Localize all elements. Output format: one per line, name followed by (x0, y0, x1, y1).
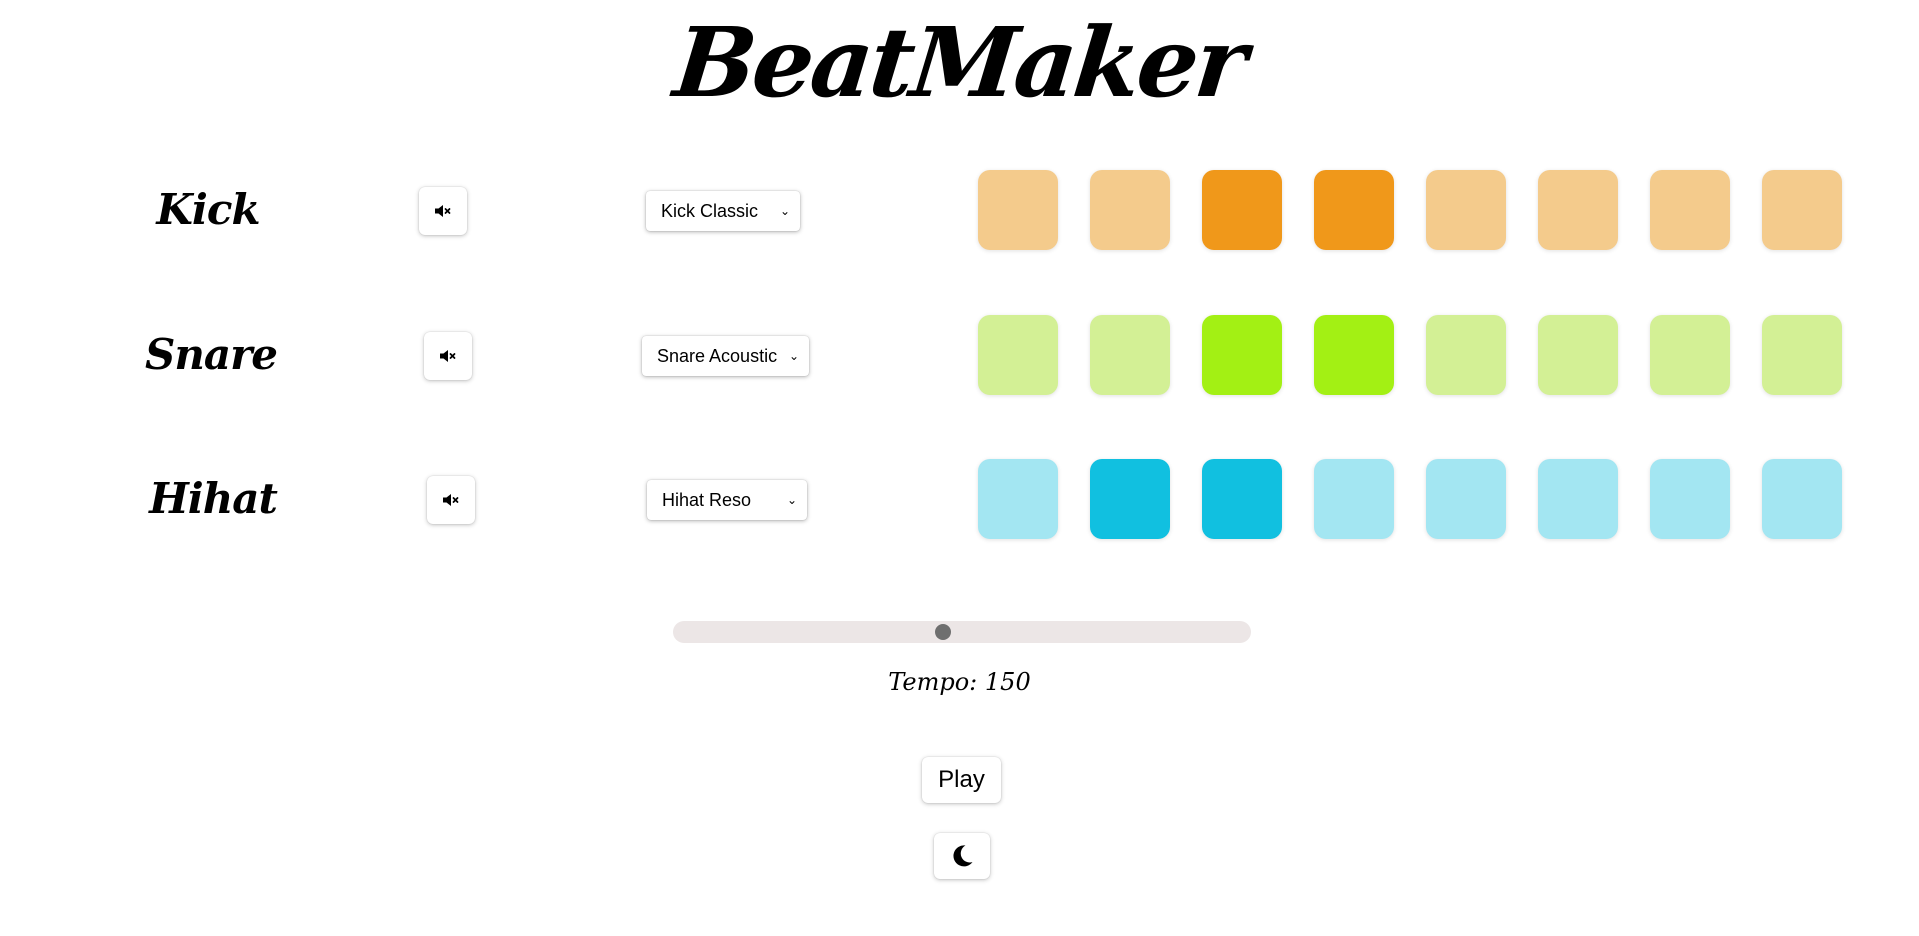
beat-pad[interactable] (1090, 315, 1170, 395)
beat-pad[interactable] (1762, 315, 1842, 395)
beat-pad[interactable] (1650, 315, 1730, 395)
beat-pad[interactable] (1090, 170, 1170, 250)
sound-select[interactable]: Kick Classic ⌄ (646, 191, 800, 231)
beat-pad[interactable] (1314, 459, 1394, 539)
tempo-slider[interactable] (673, 621, 1251, 643)
beat-pad[interactable] (1202, 315, 1282, 395)
track-snare: Snare Snare Acoustic ⌄ (0, 315, 1919, 395)
beat-pad[interactable] (1426, 170, 1506, 250)
mute-button[interactable] (419, 187, 467, 235)
speaker-muted-icon (443, 494, 459, 506)
sound-select-value: Hihat Reso (662, 489, 752, 510)
sound-select-value: Snare Acoustic (657, 345, 778, 366)
beat-pad[interactable] (1650, 459, 1730, 539)
beat-pad[interactable] (978, 170, 1058, 250)
beat-pad[interactable] (1426, 315, 1506, 395)
sound-select[interactable]: Hihat Reso ⌄ (647, 480, 807, 520)
beat-pad[interactable] (1426, 459, 1506, 539)
app-title: BeatMaker (669, 6, 1250, 119)
moon-icon (953, 845, 973, 867)
beat-pad[interactable] (1314, 170, 1394, 250)
mute-button[interactable] (424, 332, 472, 380)
beat-pad[interactable] (978, 315, 1058, 395)
beat-pad[interactable] (1202, 459, 1282, 539)
mute-button[interactable] (427, 476, 475, 524)
tempo-slider-thumb[interactable] (934, 624, 951, 640)
beatmaker-app: BeatMaker Kick Kick Classic ⌄ Snare Snar… (0, 0, 1919, 936)
beat-pad[interactable] (1538, 459, 1618, 539)
track-hihat: Hihat Hihat Reso ⌄ (0, 459, 1919, 539)
track-name: Hihat (149, 474, 278, 523)
beat-pad[interactable] (1762, 459, 1842, 539)
beat-pad[interactable] (1762, 170, 1842, 250)
chevron-down-icon: ⌄ (788, 349, 799, 363)
chevron-down-icon: ⌄ (786, 493, 797, 507)
beat-pad[interactable] (1538, 170, 1618, 250)
beat-pad[interactable] (1538, 315, 1618, 395)
chevron-down-icon: ⌄ (779, 204, 790, 218)
track-name: Snare (145, 330, 278, 379)
beat-pad[interactable] (978, 459, 1058, 539)
theme-toggle-button[interactable] (934, 833, 990, 879)
speaker-muted-icon (435, 205, 451, 217)
beat-pad[interactable] (1650, 170, 1730, 250)
tempo-label: Tempo: 150 (888, 668, 1031, 696)
beat-pad[interactable] (1202, 170, 1282, 250)
track-name: Kick (156, 185, 260, 234)
sound-select[interactable]: Snare Acoustic ⌄ (642, 336, 809, 376)
speaker-muted-icon (440, 350, 456, 362)
beat-pad[interactable] (1314, 315, 1394, 395)
beat-pad[interactable] (1090, 459, 1170, 539)
sound-select-value: Kick Classic (661, 200, 759, 221)
track-kick: Kick Kick Classic ⌄ (0, 170, 1919, 250)
play-button[interactable]: Play (922, 757, 1001, 803)
